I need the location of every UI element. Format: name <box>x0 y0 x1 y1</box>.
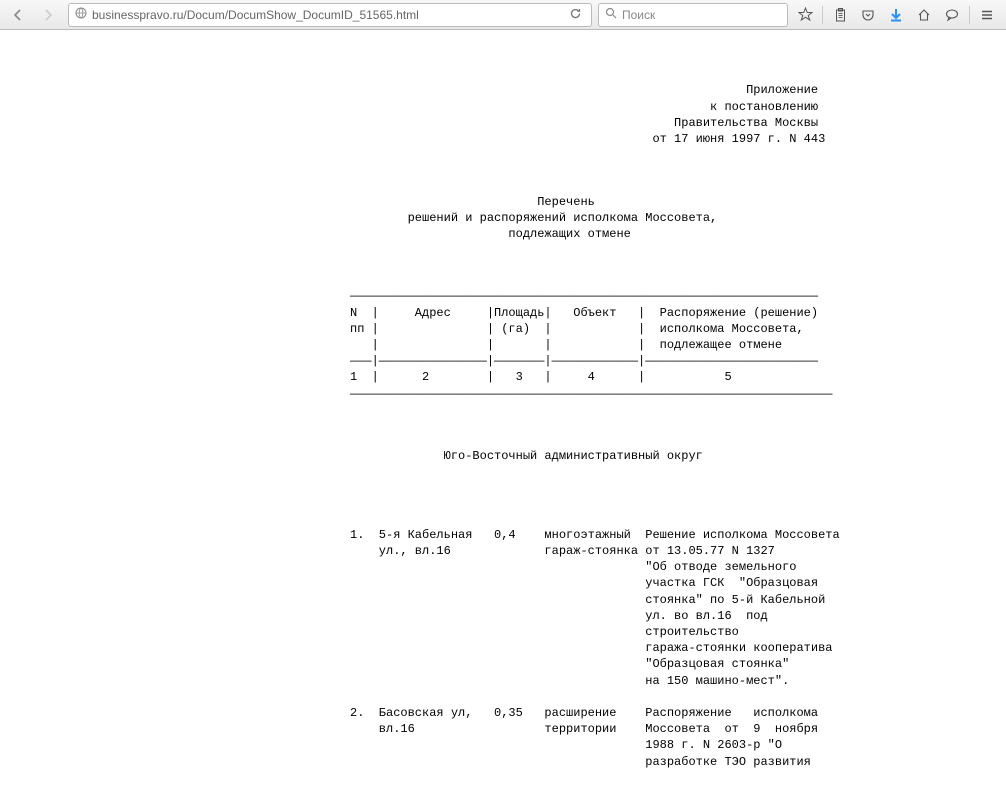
forward-button <box>34 3 62 27</box>
search-bar[interactable]: Поиск <box>598 3 788 27</box>
clipboard-icon[interactable] <box>827 3 853 27</box>
search-placeholder: Поиск <box>622 8 655 22</box>
chat-icon[interactable] <box>939 3 965 27</box>
download-icon[interactable] <box>883 3 909 27</box>
back-button[interactable] <box>4 3 32 27</box>
doc-rows: 1. 5-я Кабельная 0,4 многоэтажный Решени… <box>350 511 1006 770</box>
url-bar[interactable]: businesspravo.ru/Docum/DocumShow_DocumID… <box>68 3 592 27</box>
bookmark-icon[interactable] <box>792 3 818 27</box>
doc-title: Перечень решений и распоряжений исполком… <box>350 194 1006 243</box>
doc-header-right: Приложение к постановлению Правительства… <box>350 82 1006 147</box>
browser-toolbar: businesspravo.ru/Docum/DocumShow_DocumID… <box>0 0 1006 30</box>
reload-button[interactable] <box>566 7 585 23</box>
home-icon[interactable] <box>911 3 937 27</box>
doc-district: Юго-Восточный административный округ <box>350 448 1006 464</box>
url-text: businesspravo.ru/Docum/DocumShow_DocumID… <box>92 8 566 22</box>
separator <box>822 6 823 24</box>
menu-icon[interactable] <box>974 3 1000 27</box>
search-icon <box>605 7 617 22</box>
toolbar-icons <box>790 3 1002 27</box>
document-content: Приложение к постановлению Правительства… <box>0 30 1006 802</box>
doc-table-header: ————————————————————————————————————————… <box>350 288 1006 401</box>
separator-2 <box>969 6 970 24</box>
pocket-icon[interactable] <box>855 3 881 27</box>
globe-icon <box>75 7 87 22</box>
